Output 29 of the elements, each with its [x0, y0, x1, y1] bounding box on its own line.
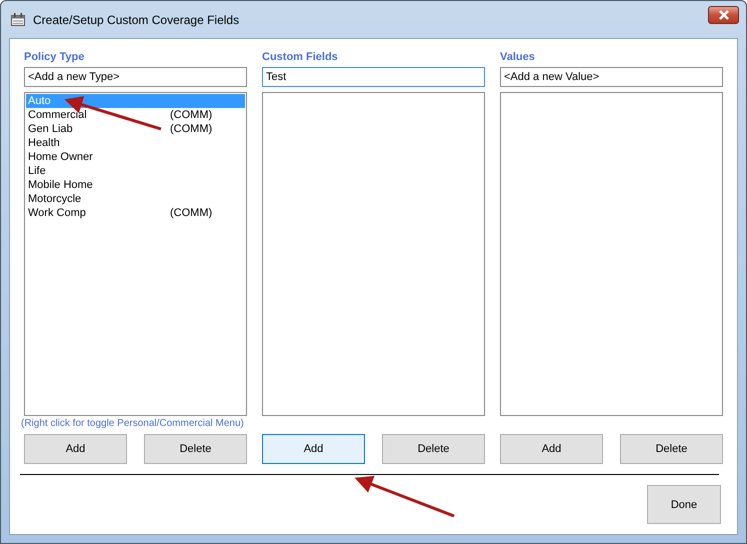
add-button[interactable]: Add — [500, 434, 603, 464]
column-heading: Policy Type — [24, 51, 86, 65]
done-button[interactable]: Done — [647, 485, 721, 524]
column-heading: Custom Fields — [262, 51, 339, 65]
list-box[interactable] — [500, 92, 723, 416]
list-item[interactable]: Health — [26, 136, 245, 150]
text-field[interactable]: <Add a new Value> — [500, 67, 723, 87]
delete-button[interactable]: Delete — [144, 434, 247, 464]
add-button[interactable]: Add — [262, 434, 365, 464]
text-field[interactable]: <Add a new Type> — [24, 67, 247, 87]
list-item[interactable]: Mobile Home — [26, 178, 245, 192]
list-box[interactable] — [262, 92, 485, 416]
hint-text: (Right click for toggle Personal/Commercial Menu) — [21, 417, 245, 431]
list-item[interactable]: Commercial (COMM) — [26, 108, 245, 122]
add-button[interactable]: Add — [24, 434, 127, 464]
text-field[interactable]: Test — [262, 67, 485, 87]
window-title: Create/Setup Custom Coverage Fields — [33, 12, 240, 26]
list-item[interactable]: Home Owner — [26, 150, 245, 164]
column-heading: Values — [500, 51, 536, 65]
delete-button[interactable]: Delete — [382, 434, 485, 464]
calendar-icon — [11, 13, 25, 26]
list-item[interactable]: Motorcycle — [26, 192, 245, 206]
close-icon — [716, 10, 730, 20]
list-item[interactable]: Work Comp (COMM) — [26, 206, 245, 220]
list-box[interactable]: Auto Commercial (COMM) Gen Liab (COMM) Health Home Owner Life Mobile Home Motorcycle Work Comp (COMM) — [24, 92, 247, 416]
delete-button[interactable]: Delete — [620, 434, 723, 464]
close-button[interactable] — [708, 6, 739, 24]
list-item[interactable]: Gen Liab (COMM) — [26, 122, 245, 136]
list-item[interactable]: Life — [26, 164, 245, 178]
